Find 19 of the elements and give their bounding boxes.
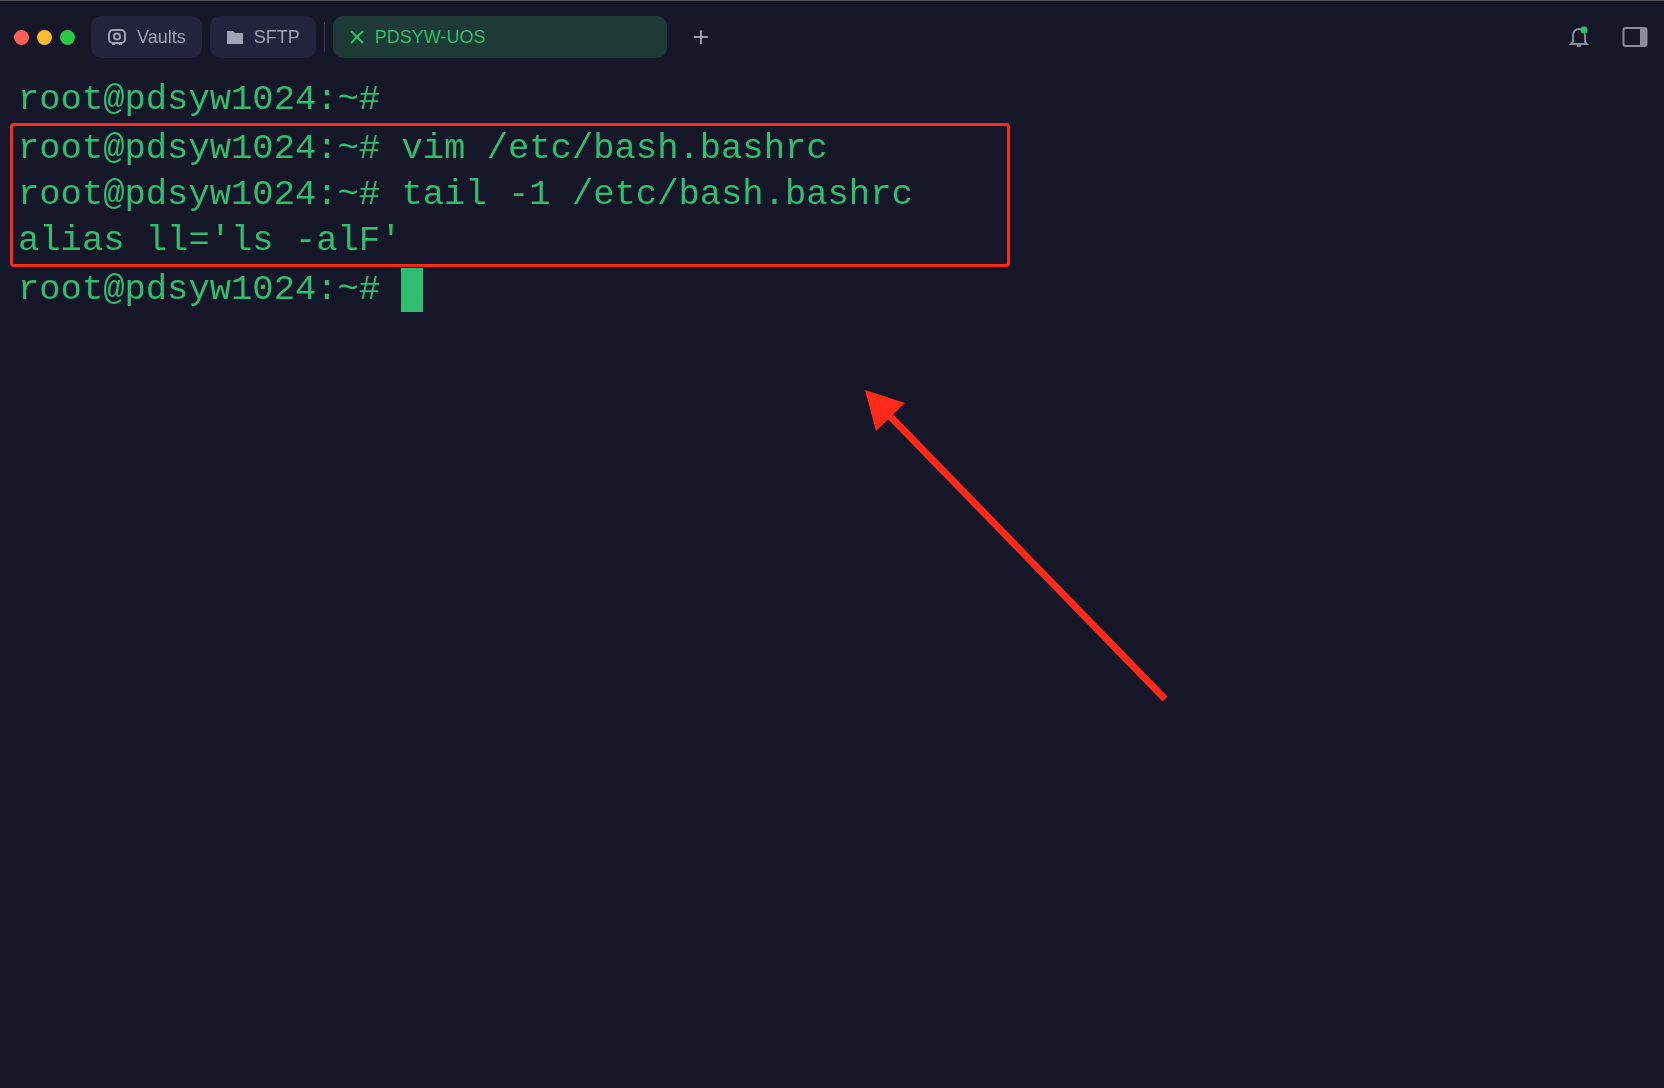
- vault-icon: [107, 27, 127, 47]
- prompt-text: root@pdsyw1024:~#: [18, 79, 381, 120]
- sidebar-toggle-icon[interactable]: [1622, 26, 1648, 48]
- command-text: vim /etc/bash.bashrc: [401, 128, 828, 169]
- tab[interactable]: SFTP: [209, 16, 316, 58]
- command-text: tail -1 /etc/bash.bashrc: [401, 174, 913, 215]
- tab[interactable]: PDSYW-UOS: [332, 16, 667, 58]
- tab[interactable]: Vaults: [91, 16, 202, 58]
- new-tab-button[interactable]: +: [682, 23, 720, 51]
- close-icon[interactable]: [348, 29, 365, 45]
- zoom-window-button[interactable]: [60, 29, 75, 45]
- folder-icon: [225, 29, 244, 45]
- prompt-text: root@pdsyw1024:~#: [18, 128, 381, 169]
- minimize-window-button[interactable]: [37, 29, 52, 45]
- prompt-text: root@pdsyw1024:~#: [18, 269, 381, 310]
- prompt-text: root@pdsyw1024:~#: [18, 174, 381, 215]
- bell-icon[interactable]: [1568, 25, 1590, 49]
- output-text: alias ll='ls -alF': [18, 220, 402, 261]
- close-window-button[interactable]: [14, 29, 29, 45]
